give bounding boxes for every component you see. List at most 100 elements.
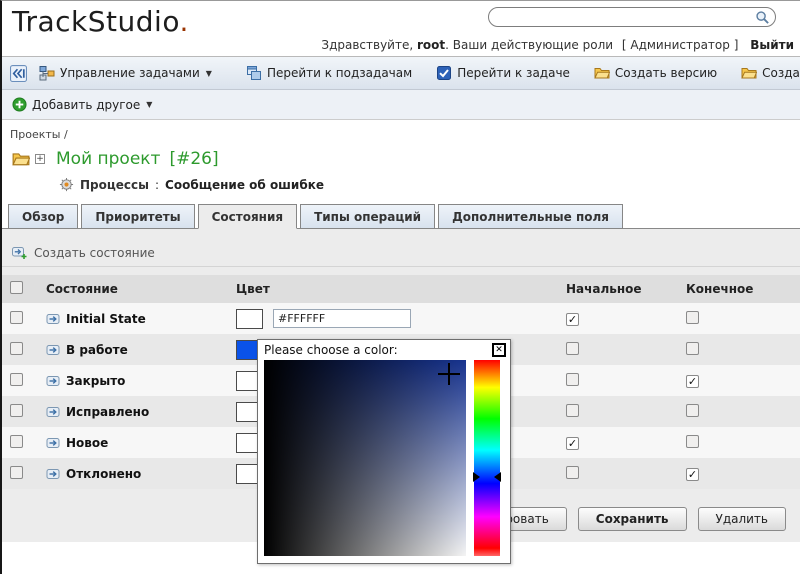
close-icon[interactable]: ✕ xyxy=(492,343,506,357)
color-picker-dialog: Please choose a color: ✕ xyxy=(257,339,511,564)
tab-overview[interactable]: Обзор xyxy=(8,204,78,229)
final-checkbox[interactable]: ✓ xyxy=(686,468,699,481)
state-name-link[interactable]: В работе xyxy=(66,343,128,357)
toolbar-goto-task[interactable]: Перейти к задаче xyxy=(436,65,570,81)
state-icon xyxy=(46,436,60,450)
state-name-link[interactable]: Исправлено xyxy=(66,405,149,419)
saturation-value-area[interactable] xyxy=(264,360,466,556)
row-select-checkbox[interactable] xyxy=(10,404,23,417)
header-color: Цвет xyxy=(228,275,558,303)
toolbar-create-version-label: Создать версию xyxy=(615,66,717,80)
toolbar-goto-subtasks[interactable]: Перейти к подзадачам xyxy=(246,65,412,81)
process-row: Процессы : Сообщение об ошибке xyxy=(59,177,800,192)
process-icon xyxy=(59,177,74,192)
select-all-checkbox[interactable] xyxy=(10,281,23,294)
toolbar-goto-subtasks-label: Перейти к подзадачам xyxy=(267,66,412,80)
greeting-username: root xyxy=(417,38,445,52)
greeting-roles-text: . Ваши действующие роли xyxy=(445,38,613,52)
color-picker-title: Please choose a color: xyxy=(264,343,398,357)
state-name-link[interactable]: Закрыто xyxy=(66,374,125,388)
toolbar-create-version[interactable]: Создать версию xyxy=(594,65,717,81)
collapse-icon xyxy=(10,65,27,82)
project-row: + Мой проект [#26] xyxy=(2,141,800,172)
tab-states[interactable]: Состояния xyxy=(198,204,297,229)
color-hex-input[interactable] xyxy=(273,309,411,328)
toolbar-create-project-label: Создать проект xyxy=(762,66,800,80)
state-icon xyxy=(46,312,60,326)
greeting-role: [ Администратор ] xyxy=(622,38,739,52)
chevron-down-icon: ▼ xyxy=(206,69,212,78)
initial-checkbox[interactable] xyxy=(566,466,579,479)
breadcrumb-projects-link[interactable]: Проекты / xyxy=(10,128,68,141)
state-name-link[interactable]: Initial State xyxy=(66,312,146,326)
row-select-checkbox[interactable] xyxy=(10,311,23,324)
final-checkbox[interactable] xyxy=(686,435,699,448)
row-select-checkbox[interactable] xyxy=(10,373,23,386)
initial-checkbox[interactable] xyxy=(566,373,579,386)
hue-arrow-right-icon[interactable] xyxy=(494,472,501,482)
tree-expander-icon[interactable]: + xyxy=(35,154,45,164)
save-button[interactable]: Сохранить xyxy=(578,507,687,531)
tab-custom-fields[interactable]: Дополнительные поля xyxy=(438,204,623,229)
create-state-bar: Создать состояние xyxy=(2,239,800,267)
project-folder-icon xyxy=(12,150,30,168)
header-state: Состояние xyxy=(38,275,228,303)
search-icon[interactable] xyxy=(755,10,770,25)
row-select-checkbox[interactable] xyxy=(10,342,23,355)
toolbar-manage-tasks[interactable]: Управление задачами ▼ xyxy=(39,65,212,81)
tab-operation-types[interactable]: Типы операций xyxy=(300,204,435,229)
crosshair-marker[interactable] xyxy=(438,363,460,385)
app-logo[interactable]: TrackStudio. xyxy=(12,5,189,38)
state-icon xyxy=(46,343,60,357)
state-icon xyxy=(46,405,60,419)
toolbar-create-project[interactable]: Создать проект xyxy=(741,65,800,81)
breadcrumb: Проекты / xyxy=(2,120,800,141)
toolbar-manage-tasks-label: Управление задачами xyxy=(60,66,200,80)
state-icon xyxy=(46,467,60,481)
row-select-checkbox[interactable] xyxy=(10,466,23,479)
initial-checkbox[interactable]: ✓ xyxy=(566,437,579,450)
greeting-bar: Здравствуйте, root. Ваши действующие рол… xyxy=(321,38,794,52)
add-other-button[interactable]: Добавить другое ▼ xyxy=(12,97,152,112)
process-separator: : xyxy=(155,178,159,192)
header-initial: Начальное xyxy=(558,275,678,303)
logo-text: TrackStudio xyxy=(12,5,179,38)
app-header: TrackStudio. Здравствуйте, root. Ваши де… xyxy=(2,1,800,57)
project-id: [#26] xyxy=(169,149,218,169)
search-input[interactable] xyxy=(497,10,755,24)
color-swatch[interactable] xyxy=(236,309,263,329)
toolbar-goto-task-label: Перейти к задаче xyxy=(457,66,570,80)
initial-checkbox[interactable]: ✓ xyxy=(566,313,579,326)
main-toolbar: Управление задачами ▼ Перейти к подзадач… xyxy=(2,57,800,90)
final-checkbox[interactable] xyxy=(686,342,699,355)
delete-button[interactable]: Удалить xyxy=(698,507,787,531)
color-picker-header: Please choose a color: ✕ xyxy=(258,340,510,360)
state-icon xyxy=(46,374,60,388)
project-link[interactable]: Мой проект [#26] xyxy=(56,149,219,169)
trackstudio-window: TrackStudio. Здравствуйте, root. Ваши де… xyxy=(0,0,800,574)
state-name-link[interactable]: Отклонено xyxy=(66,467,141,481)
task-tree-icon xyxy=(39,65,55,81)
chevron-down-icon: ▼ xyxy=(146,100,152,109)
logo-dot: . xyxy=(179,5,188,38)
create-state-link[interactable]: Создать состояние xyxy=(34,246,155,260)
collapse-sidebar-button[interactable] xyxy=(10,65,27,82)
secondary-toolbar: Добавить другое ▼ xyxy=(2,90,800,120)
tab-priorities[interactable]: Приоритеты xyxy=(81,204,194,229)
initial-checkbox[interactable] xyxy=(566,404,579,417)
process-link[interactable]: Процессы xyxy=(80,178,149,192)
logout-link[interactable]: Выйти xyxy=(750,38,794,52)
state-name-link[interactable]: Новое xyxy=(66,436,108,450)
row-select-checkbox[interactable] xyxy=(10,435,23,448)
plus-circle-icon xyxy=(12,97,27,112)
hue-strip[interactable] xyxy=(474,360,500,556)
folder-icon xyxy=(741,65,757,81)
create-state-icon xyxy=(12,245,27,260)
table-header-row: Состояние Цвет Начальное Конечное xyxy=(2,275,800,303)
initial-checkbox[interactable] xyxy=(566,342,579,355)
subtasks-icon xyxy=(246,65,262,81)
final-checkbox[interactable] xyxy=(686,311,699,324)
hue-arrow-left-icon[interactable] xyxy=(473,472,480,482)
final-checkbox[interactable]: ✓ xyxy=(686,375,699,388)
final-checkbox[interactable] xyxy=(686,404,699,417)
